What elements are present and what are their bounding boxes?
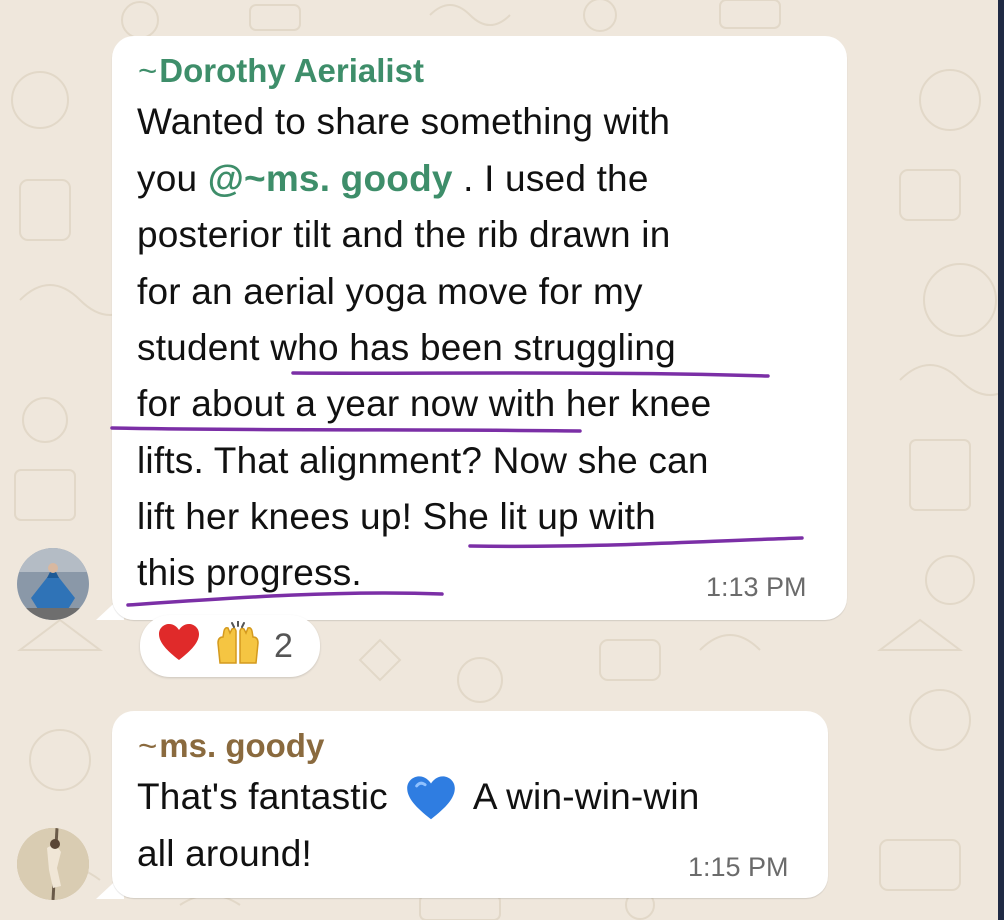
message-text-line: lifts. That alignment? Now she can [137,440,709,481]
sender-name[interactable]: ~ms. goody [138,727,324,765]
message-text-line: student who has been struggling [137,327,676,368]
message-text-fragment: you [137,158,198,199]
sender-name[interactable]: ~Dorothy Aerialist [138,52,424,90]
message-text-line: this progress. [137,552,362,593]
message-text-line: for about a year now with her knee [137,383,712,424]
message-text-fragment: A win-win-win [472,776,700,817]
message-text-line: Wanted to share something with [137,101,671,142]
raised-hands-icon [217,619,259,664]
message-text-line: for an aerial yoga move for my [137,271,643,312]
sender-label: Dorothy Aerialist [159,52,424,89]
message-text-fragment: That's fantastic [137,776,388,817]
sender-prefix: ~ [138,727,158,764]
sender-label: ms. goody [159,727,325,764]
message-text-line: all around! [137,833,312,874]
message-text-line: posterior tilt and the rib drawn in [137,214,671,255]
message-text-line: you @~ms. goody . I used the [137,158,649,200]
raised-hands-reaction [214,619,262,672]
reaction-count: 2 [274,626,293,665]
message-text-line: lift her knees up! She lit up with [137,496,656,537]
avatar-image [17,548,89,620]
sender-prefix: ~ [138,52,158,89]
message-timestamp: 1:15 PM [688,852,789,882]
message-text-line: That's fantastic A win-win-win [137,776,700,822]
avatar-dorothy[interactable] [17,548,89,620]
message-timestamp: 1:13 PM [706,572,807,602]
heart-icon [159,623,199,660]
message-text-fragment: . I used the [463,158,649,199]
reactions-pill[interactable]: 2 [140,615,320,677]
avatar-image [17,828,89,900]
heart-reaction [158,623,200,669]
window-edge [998,0,1004,920]
mention-link[interactable]: @~ms. goody [208,158,453,199]
avatar-goody[interactable] [17,828,89,900]
blue-heart-icon [407,776,456,820]
